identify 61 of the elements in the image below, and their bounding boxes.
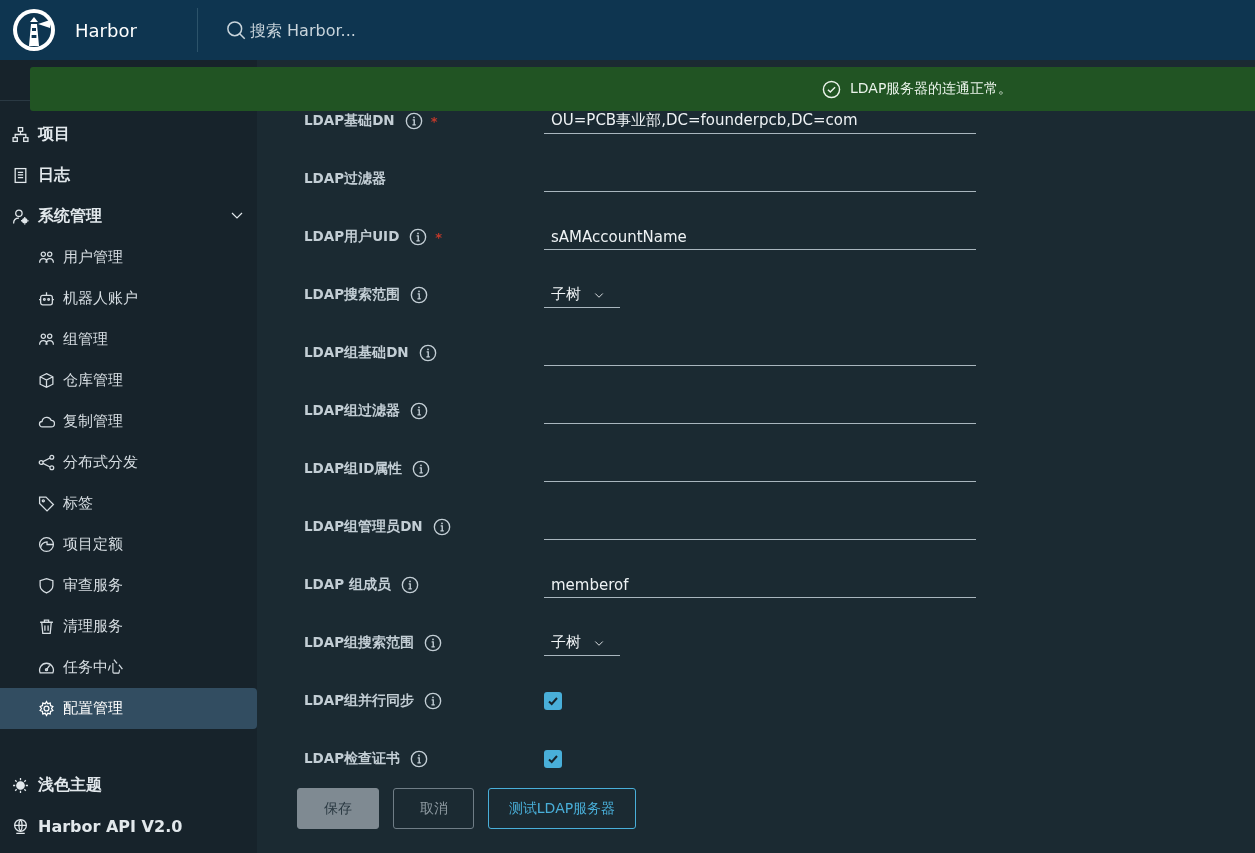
required-mark: * — [430, 113, 438, 129]
nav-item[interactable]: 项目定额 — [0, 524, 257, 565]
field-label: LDAP用户UID — [304, 228, 400, 246]
users-icon — [38, 249, 55, 266]
nav-item[interactable]: Harbor API V2.0 — [0, 806, 257, 847]
input-field[interactable]: memberof — [544, 572, 976, 598]
checkbox[interactable] — [544, 750, 562, 768]
select-field[interactable]: 子树 — [544, 282, 620, 308]
checkbox[interactable] — [544, 692, 562, 710]
nav-item[interactable]: 浅色主题 — [0, 765, 257, 806]
app-name: Harbor — [75, 19, 138, 41]
lighthouse-logo[interactable] — [12, 8, 56, 52]
gauge-icon — [38, 536, 55, 553]
nav-item[interactable]: 任务中心 — [0, 647, 257, 688]
nav-item[interactable]: 机器人账户 — [0, 278, 257, 319]
nav-item[interactable]: 系统管理 — [0, 196, 257, 237]
check-icon — [547, 695, 559, 707]
nav-item[interactable]: 清理服务 — [0, 606, 257, 647]
share-icon — [38, 454, 55, 471]
sun-icon — [12, 777, 29, 794]
nav-item[interactable]: 审查服务 — [0, 565, 257, 606]
field-label: LDAP检查证书 — [304, 750, 401, 768]
nav-item[interactable]: 组管理 — [0, 319, 257, 360]
select-field[interactable]: 子树 — [544, 630, 620, 656]
globe-icon — [12, 818, 29, 835]
field-label: LDAP过滤器 — [304, 170, 387, 188]
field-label: LDAP组管理员DN — [304, 518, 423, 536]
required-mark: * — [435, 229, 443, 245]
nav-item[interactable]: 仓库管理 — [0, 360, 257, 401]
search-field[interactable]: 搜索 Harbor... — [248, 19, 552, 41]
settings-icon — [38, 700, 55, 717]
field-label: LDAP组基础DN — [304, 344, 409, 362]
field-label: LDAP基础DN — [304, 112, 395, 130]
nav-item[interactable]: 分布式分发 — [0, 442, 257, 483]
field-label: LDAP组并行同步 — [304, 692, 415, 710]
nav-item[interactable]: 配置管理 — [0, 688, 257, 729]
field-label: LDAP搜索范围 — [304, 286, 401, 304]
robot-icon — [38, 290, 55, 307]
input-field[interactable]: sAMAccountName — [544, 224, 976, 250]
cube-icon — [38, 372, 55, 389]
nav-item[interactable]: 项目 — [0, 114, 257, 155]
shield-icon — [38, 577, 55, 594]
search-icon — [226, 20, 246, 40]
sitemap-icon — [12, 126, 29, 143]
form-button[interactable]: 测试LDAP服务器 — [488, 788, 636, 829]
document-icon — [12, 167, 29, 184]
nav-item[interactable]: 标签 — [0, 483, 257, 524]
trash-icon — [38, 618, 55, 635]
alert-message: LDAP服务器的连通正常。 — [850, 80, 1013, 98]
field-label: LDAP组搜索范围 — [304, 634, 415, 652]
users-icon — [38, 331, 55, 348]
field-label: LDAP组ID属性 — [304, 460, 403, 478]
check-circle-icon — [822, 79, 841, 99]
tag-icon — [38, 495, 55, 512]
nav-item[interactable]: 用户管理 — [0, 237, 257, 278]
field-label: LDAP组过滤器 — [304, 402, 401, 420]
check-icon — [547, 753, 559, 765]
field-label: LDAP 组成员 — [304, 576, 391, 594]
nav-item[interactable]: 日志 — [0, 155, 257, 196]
nav-item[interactable]: 复制管理 — [0, 401, 257, 442]
user-gear-icon — [12, 208, 29, 225]
